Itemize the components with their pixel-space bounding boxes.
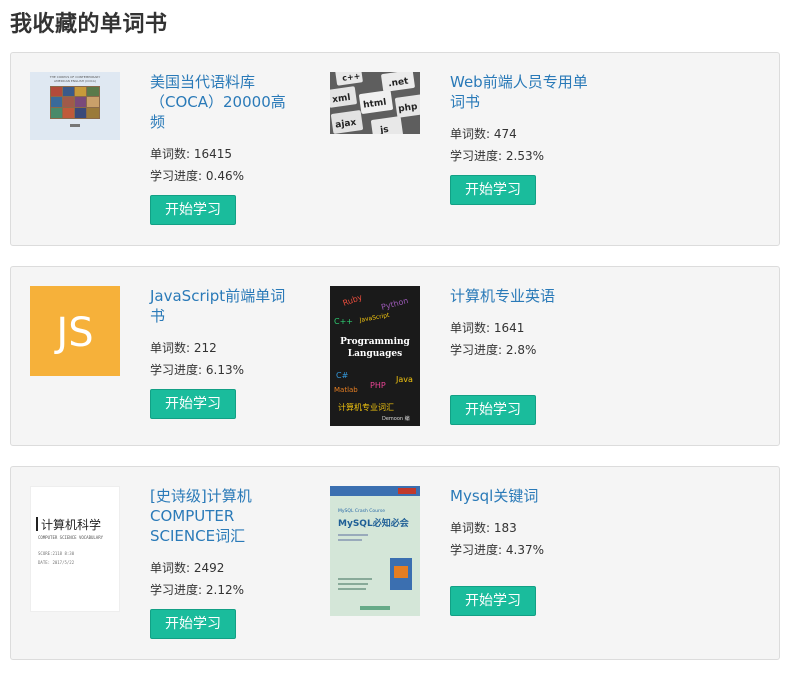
book-info: Web前端人员专用单词书 单词数: 474 学习进度: 2.53% 开始学习 bbox=[450, 72, 598, 205]
word-count-value: 474 bbox=[493, 127, 517, 141]
word-count-row: 单词数: 183 bbox=[450, 521, 517, 535]
svg-text:Programming: Programming bbox=[340, 337, 410, 347]
progress-label: 学习进度 bbox=[150, 169, 199, 183]
cover-word: PHP bbox=[370, 381, 386, 390]
progress-value: 2.12% bbox=[205, 583, 244, 597]
programming-languages-cover[interactable]: Ruby Python C++ JavaScript C# Matlab PHP… bbox=[330, 286, 420, 426]
svg-text:AMERICAN ENGLISH (COCA): AMERICAN ENGLISH (COCA) bbox=[54, 79, 96, 83]
word-count-row: 单词数: 2492 bbox=[150, 561, 225, 575]
js-logo-text: JS bbox=[53, 310, 93, 356]
word-count-label: 单词数 bbox=[150, 341, 187, 355]
svg-text:js: js bbox=[379, 125, 390, 134]
book-title-link[interactable]: Web前端人员专用单词书 bbox=[450, 72, 598, 112]
progress-value: 2.8% bbox=[505, 343, 537, 357]
progress-label: 学习进度 bbox=[150, 583, 199, 597]
start-study-button[interactable]: 开始学习 bbox=[150, 609, 236, 639]
word-count-label: 单词数 bbox=[450, 521, 487, 535]
cover-subtitle: COMPUTER SCIENCE VOCABULARY bbox=[38, 535, 104, 540]
book-row-2: JS JavaScript前端单词书 单词数: 212 学习进度: 6.13% … bbox=[10, 266, 780, 446]
word-count-row: 单词数: 474 bbox=[450, 127, 517, 141]
word-count-row: 单词数: 16415 bbox=[150, 147, 233, 161]
book-info: Mysql关键词 单词数: 183 学习进度: 4.37% 开始学习 bbox=[450, 486, 598, 616]
coca-book-cover[interactable]: THE CORPUS OF CONTEMPORARY AMERICAN ENGL… bbox=[30, 72, 120, 140]
word-count-value: 212 bbox=[193, 341, 217, 355]
cover-title: 计算机科学 bbox=[41, 517, 101, 532]
word-count-label: 单词数 bbox=[450, 127, 487, 141]
book-card-web: c++ .net xml html php ajax js Web前端人员专用单… bbox=[330, 72, 610, 242]
word-count-value: 1641 bbox=[493, 321, 525, 335]
word-count-value: 2492 bbox=[193, 561, 225, 575]
progress-label: 学习进度 bbox=[450, 343, 499, 357]
word-count-label: 单词数 bbox=[150, 147, 187, 161]
progress-value: 2.53% bbox=[505, 149, 544, 163]
cover-word: Java bbox=[395, 375, 413, 384]
keyboard-keys-cover[interactable]: c++ .net xml html php ajax js bbox=[330, 72, 420, 134]
word-count-row: 单词数: 1641 bbox=[450, 321, 525, 335]
start-study-button[interactable]: 开始学习 bbox=[450, 395, 536, 425]
cover-subtitle: 计算机专业词汇 bbox=[338, 402, 394, 412]
book-row-3: 计算机科学 COMPUTER SCIENCE VOCABULARY SCORE:… bbox=[10, 466, 780, 660]
word-count-row: 单词数: 212 bbox=[150, 341, 217, 355]
js-logo-cover[interactable]: JS bbox=[30, 286, 120, 376]
computer-science-cover[interactable]: 计算机科学 COMPUTER SCIENCE VOCABULARY SCORE:… bbox=[30, 486, 120, 612]
book-title-link[interactable]: 美国当代语料库（COCA）20000高频 bbox=[150, 72, 298, 132]
cover-word: C# bbox=[336, 371, 349, 380]
page-title: 我收藏的单词书 bbox=[10, 12, 168, 37]
cover-title: MySQL必知必会 bbox=[338, 517, 410, 529]
start-study-button[interactable]: 开始学习 bbox=[450, 175, 536, 205]
book-card-mysql: MySQL Crash Course MySQL必知必会 Mysql关键词 单词… bbox=[330, 486, 610, 656]
book-title-link[interactable]: Mysql关键词 bbox=[450, 486, 598, 506]
progress-row: 学习进度: 4.37% bbox=[450, 543, 544, 557]
book-card-computer-english: Ruby Python C++ JavaScript C# Matlab PHP… bbox=[330, 286, 610, 446]
word-count-label: 单词数 bbox=[150, 561, 187, 575]
cover-date: DATE: 2017/5/22 bbox=[38, 560, 75, 565]
progress-row: 学习进度: 2.8% bbox=[450, 343, 537, 357]
book-title-link[interactable]: [史诗级]计算机COMPUTER SCIENCE词汇 bbox=[150, 486, 298, 546]
mysql-book-cover[interactable]: MySQL Crash Course MySQL必知必会 bbox=[330, 486, 420, 616]
start-study-button[interactable]: 开始学习 bbox=[150, 389, 236, 419]
book-card-computer-science: 计算机科学 COMPUTER SCIENCE VOCABULARY SCORE:… bbox=[30, 486, 310, 656]
cover-word: Matlab bbox=[334, 386, 358, 394]
word-count-value: 183 bbox=[493, 521, 517, 535]
progress-row: 学习进度: 2.12% bbox=[150, 583, 244, 597]
book-title-link[interactable]: JavaScript前端单词书 bbox=[150, 286, 298, 326]
book-info: JavaScript前端单词书 单词数: 212 学习进度: 6.13% 开始学… bbox=[150, 286, 298, 419]
progress-label: 学习进度 bbox=[450, 149, 499, 163]
word-count-value: 16415 bbox=[193, 147, 233, 161]
svg-text:Languages: Languages bbox=[348, 349, 402, 359]
cover-score: SCORE:2118 8:30 bbox=[38, 551, 75, 556]
cover-small-title: MySQL Crash Course bbox=[338, 508, 385, 514]
progress-value: 6.13% bbox=[205, 363, 244, 377]
book-info: 美国当代语料库（COCA）20000高频 单词数: 16415 学习进度: 0.… bbox=[150, 72, 298, 225]
progress-label: 学习进度 bbox=[450, 543, 499, 557]
book-card-javascript: JS JavaScript前端单词书 单词数: 212 学习进度: 6.13% … bbox=[30, 286, 310, 446]
book-info: [史诗级]计算机COMPUTER SCIENCE词汇 单词数: 2492 学习进… bbox=[150, 486, 298, 639]
book-card-coca: THE CORPUS OF CONTEMPORARY AMERICAN ENGL… bbox=[30, 72, 310, 242]
progress-value: 0.46% bbox=[205, 169, 244, 183]
progress-row: 学习进度: 6.13% bbox=[150, 363, 244, 377]
progress-row: 学习进度: 2.53% bbox=[450, 149, 544, 163]
progress-value: 4.37% bbox=[505, 543, 544, 557]
start-study-button[interactable]: 开始学习 bbox=[450, 586, 536, 616]
progress-label: 学习进度 bbox=[150, 363, 199, 377]
word-count-label: 单词数 bbox=[450, 321, 487, 335]
book-title-link[interactable]: 计算机专业英语 bbox=[450, 286, 598, 306]
progress-row: 学习进度: 0.46% bbox=[150, 169, 244, 183]
cover-author: Demoon 编 bbox=[382, 415, 410, 422]
start-study-button[interactable]: 开始学习 bbox=[150, 195, 236, 225]
cover-word: C++ bbox=[334, 317, 353, 326]
book-info: 计算机专业英语 单词数: 1641 学习进度: 2.8% 开始学习 bbox=[450, 286, 598, 425]
book-row-1: THE CORPUS OF CONTEMPORARY AMERICAN ENGL… bbox=[10, 52, 780, 246]
